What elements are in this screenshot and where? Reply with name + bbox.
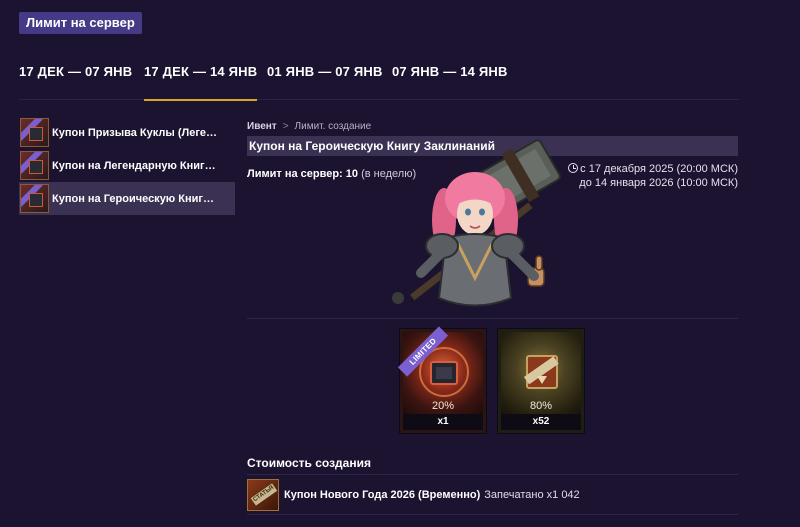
reward-card-common[interactable]: 80% x52 — [497, 328, 585, 434]
item-list: Купон Призыва Куклы (Леге… Купон на Леге… — [19, 116, 235, 215]
tab-period-4[interactable]: 07 ЯНВ — 14 ЯНВ — [392, 64, 508, 100]
coupon-thumbnail-icon — [20, 184, 49, 213]
coupon-thumbnail-icon — [20, 151, 49, 180]
event-dates: с 17 декабря 2025 (20:00 МСК) до 14 янва… — [568, 162, 738, 190]
reward-quantity: x1 — [403, 414, 483, 430]
tab-period-3[interactable]: 01 ЯНВ — 07 ЯНВ — [267, 64, 383, 100]
reward-chance: 80% — [529, 400, 553, 412]
coupon-tag: СТАТЬЯ — [250, 483, 278, 506]
limit-value: 10 — [345, 168, 359, 180]
cost-item-row[interactable]: СТАТЬЯ Купон Нового Года 2026 (Временно)… — [247, 478, 738, 512]
cost-item-sealed-count: Запечатано x1 042 — [484, 489, 580, 501]
divider — [247, 514, 738, 515]
coupon-thumbnail-icon — [20, 118, 49, 147]
list-item-legendary-book-coupon[interactable]: Купон на Легендарную Книг… — [19, 149, 235, 182]
tab-period-2[interactable]: 17 ДЕК — 14 ЯНВ — [144, 64, 258, 101]
reward-quantity: x52 — [501, 414, 581, 430]
tab-period-1[interactable]: 17 ДЕК — 07 ЯНВ — [19, 64, 132, 100]
divider — [247, 474, 738, 475]
server-limit-badge: Лимит на сервер — [19, 12, 142, 34]
character-illustration — [392, 139, 561, 307]
reward-chance: 20% — [431, 400, 455, 412]
list-item-label: Купон на Легендарную Книг… — [52, 159, 216, 172]
divider — [247, 318, 738, 319]
clock-icon — [568, 163, 579, 173]
cost-section-title: Стоимость создания — [247, 456, 371, 470]
date-from: с 17 декабря 2025 (20:00 МСК) — [580, 163, 738, 175]
list-item-label: Купон на Героическую Книг… — [52, 192, 214, 205]
period-tabs: 17 ДЕК — 07 ЯНВ 17 ДЕК — 14 ЯНВ 01 ЯНВ —… — [19, 62, 739, 101]
cost-item-name: Купон Нового Года 2026 (Временно) — [284, 489, 481, 501]
new-year-coupon-icon: СТАТЬЯ — [247, 479, 279, 511]
reward-card-limited[interactable]: LIMITED 20% x1 — [397, 326, 487, 434]
list-item-heroic-book-coupon[interactable]: Купон на Героическую Книг… — [19, 182, 235, 215]
limit-label: Лимит на сервер: — [247, 168, 343, 180]
date-to: до 14 января 2026 (10:00 МСК) — [579, 177, 738, 189]
breadcrumb: Ивент > Лимит. создание — [247, 121, 371, 132]
breadcrumb-root[interactable]: Ивент — [247, 121, 277, 132]
list-item-label: Купон Призыва Куклы (Леге… — [52, 126, 218, 139]
breadcrumb-current: Лимит. создание — [294, 121, 372, 132]
list-item-doll-coupon[interactable]: Купон Призыва Куклы (Леге… — [19, 116, 235, 149]
chevron-right-icon: > — [282, 121, 289, 132]
